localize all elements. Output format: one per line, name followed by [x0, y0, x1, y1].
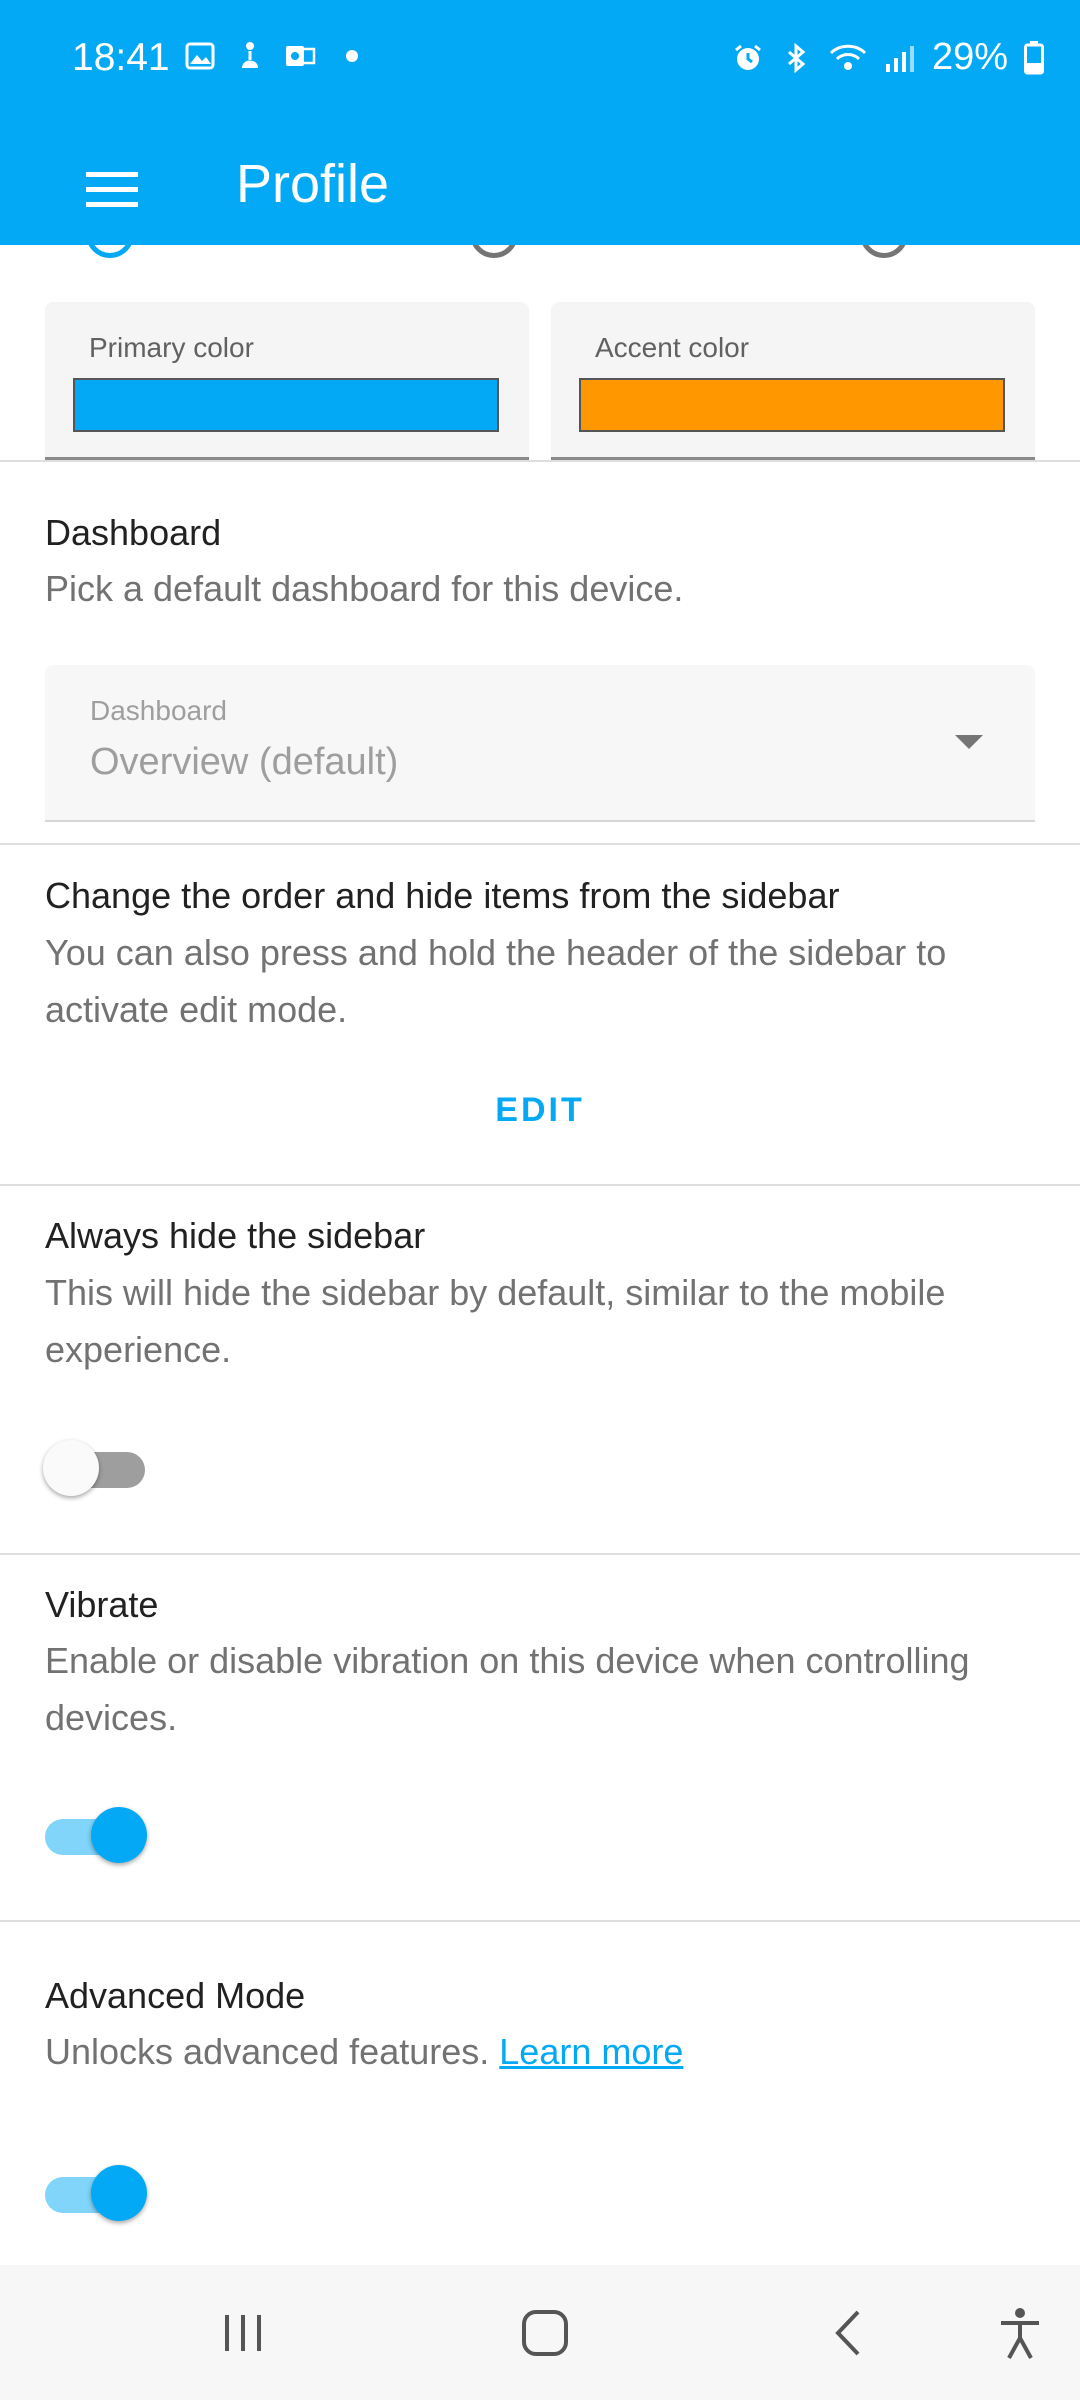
primary-color-swatch[interactable]	[73, 378, 499, 432]
dashboard-select[interactable]: Dashboard Overview (default)	[45, 665, 1035, 822]
advanced-mode-title: Advanced Mode	[45, 1975, 306, 2016]
page-title: Profile	[236, 154, 390, 214]
vibrate-title: Vibrate	[45, 1584, 159, 1625]
dashboard-description: Pick a default dashboard for this device…	[45, 568, 684, 609]
advanced-mode-toggle[interactable]	[45, 2163, 147, 2221]
edit-sidebar-button[interactable]: EDIT	[440, 1080, 640, 1140]
accent-color-picker[interactable]: Accent color	[551, 302, 1035, 460]
system-navigation-bar	[0, 2265, 1080, 2400]
divider	[0, 460, 1080, 462]
dropdown-arrow-icon	[955, 735, 983, 749]
hide-sidebar-title: Always hide the sidebar	[45, 1215, 426, 1256]
advanced-mode-description: Unlocks advanced features. Learn more	[45, 2023, 1035, 2080]
outlook-icon	[286, 46, 316, 66]
hide-sidebar-toggle[interactable]	[43, 1438, 147, 1496]
primary-color-label: Primary color	[89, 332, 254, 363]
divider	[0, 843, 1080, 845]
signal-icon	[885, 45, 914, 72]
advanced-mode-text: Unlocks advanced features.	[45, 2031, 490, 2072]
app-bar: Profile	[0, 120, 1080, 245]
divider	[0, 1553, 1080, 1555]
status-bar: 18:41 29%	[0, 0, 1080, 120]
toggle-knob	[91, 1807, 147, 1863]
status-right: 29%	[732, 36, 1044, 79]
accessibility-notify-icon	[242, 42, 258, 68]
top-bar: 18:41 29% Profile	[0, 0, 1080, 245]
wifi-icon	[829, 44, 866, 70]
dashboard-select-value: Overview (default)	[90, 741, 399, 783]
toggle-knob	[43, 1440, 99, 1496]
divider	[0, 1184, 1080, 1186]
primary-color-picker[interactable]: Primary color	[45, 302, 529, 460]
toggle-knob	[91, 2165, 147, 2221]
image-icon	[185, 42, 215, 70]
battery-icon	[1024, 40, 1044, 74]
dashboard-title: Dashboard	[45, 512, 222, 553]
battery-percent: 29%	[931, 36, 1008, 78]
alarm-icon	[735, 44, 761, 70]
hamburger-menu-icon[interactable]	[70, 148, 154, 232]
back-icon[interactable]	[808, 2295, 888, 2371]
status-time: 18:41	[72, 36, 170, 79]
bluetooth-icon	[787, 42, 806, 73]
accent-color-label: Accent color	[595, 332, 750, 363]
notification-dot	[346, 50, 358, 62]
accent-color-swatch[interactable]	[579, 378, 1005, 432]
recent-apps-icon[interactable]	[203, 2295, 283, 2371]
hide-sidebar-description: This will hide the sidebar by default, s…	[45, 1272, 946, 1370]
vibrate-description: Enable or disable vibration on this devi…	[45, 1640, 970, 1738]
dashboard-select-label: Dashboard	[90, 695, 227, 726]
learn-more-link[interactable]: Learn more	[499, 2031, 683, 2072]
vibrate-toggle[interactable]	[45, 1805, 147, 1863]
sidebar-order-description: You can also press and hold the header o…	[45, 932, 947, 1030]
notification-icons	[184, 40, 358, 72]
home-icon[interactable]	[505, 2295, 585, 2371]
accessibility-icon[interactable]	[980, 2295, 1060, 2371]
sidebar-order-title: Change the order and hide items from the…	[45, 875, 840, 916]
divider	[0, 1920, 1080, 1922]
